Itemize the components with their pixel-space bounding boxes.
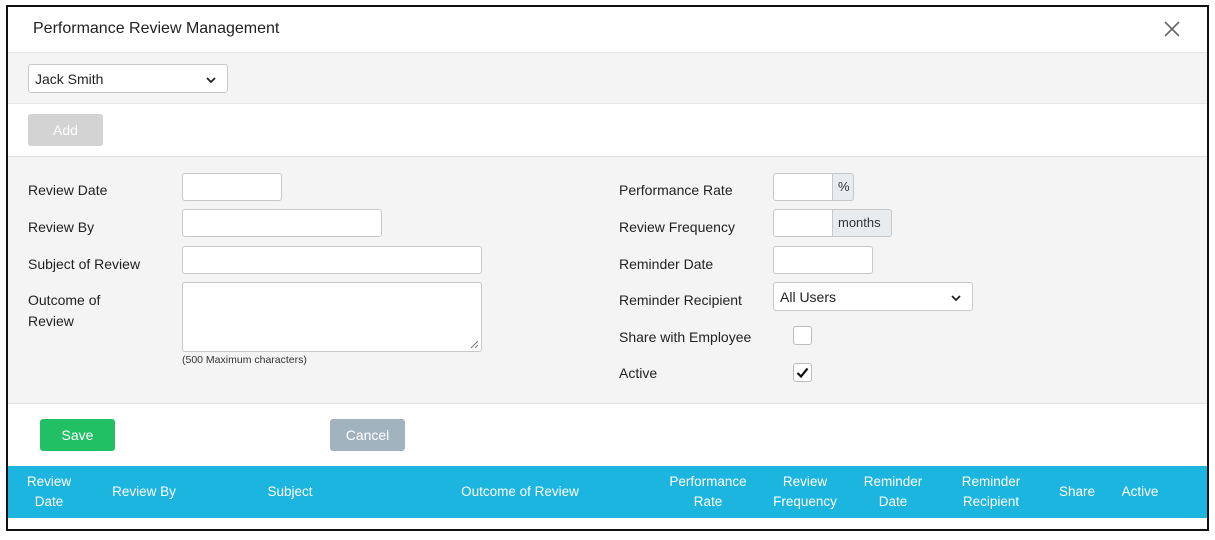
percent-addon: % [833, 173, 854, 201]
add-bar: Add [8, 104, 1207, 157]
outcome-hint: (500 Maximum characters) [182, 354, 307, 366]
reminder-recipient-value: All Users [780, 289, 837, 305]
employee-select[interactable]: Jack Smith [28, 64, 228, 93]
review-date-input[interactable] [182, 173, 282, 201]
save-button[interactable]: Save [40, 419, 115, 451]
dialog-header: Performance Review Management [8, 7, 1207, 53]
column-header-active[interactable]: Active [1112, 466, 1168, 518]
reviews-table-header: Review Date Review By Subject Outcome of … [8, 466, 1207, 518]
outcome-textarea[interactable] [182, 282, 482, 352]
reminder-recipient-select[interactable]: All Users [773, 282, 973, 311]
close-icon [1164, 21, 1180, 37]
share-label: Share with Employee [619, 329, 752, 345]
review-frequency-input[interactable] [773, 209, 833, 237]
review-date-label: Review Date [28, 182, 108, 198]
dialog-title: Performance Review Management [33, 20, 280, 37]
review-by-label: Review By [28, 219, 95, 235]
reminder-date-label: Reminder Date [619, 256, 714, 272]
review-form: Review Date Review By Subject of Review … [8, 157, 1207, 404]
form-actions: Save Cancel [8, 404, 1207, 465]
reminder-date-input[interactable] [773, 246, 873, 274]
column-header-review-frequency[interactable]: Review Frequency [765, 466, 845, 518]
column-header-reminder-recipient[interactable]: Reminder Recipient [951, 466, 1031, 518]
close-button[interactable] [1159, 16, 1185, 42]
chevron-down-icon [206, 77, 216, 84]
column-header-reminder-date[interactable]: Reminder Date [853, 466, 933, 518]
reminder-recipient-label: Reminder Recipient [619, 292, 742, 308]
performance-review-dialog: Performance Review Management Jack Smith… [6, 5, 1209, 531]
active-checkbox[interactable] [793, 363, 812, 382]
column-header-performance-rate[interactable]: Performance Rate [658, 466, 758, 518]
months-addon: months [833, 209, 892, 237]
chevron-down-icon [951, 295, 961, 302]
column-header-review-date[interactable]: Review Date [12, 466, 86, 518]
share-checkbox[interactable] [793, 326, 812, 345]
cancel-button[interactable]: Cancel [330, 419, 405, 451]
column-header-review-by[interactable]: Review By [98, 466, 190, 518]
resize-grip-icon[interactable] [469, 339, 479, 349]
column-header-subject[interactable]: Subject [240, 466, 340, 518]
outcome-label-line2: Review [28, 313, 74, 329]
subject-label: Subject of Review [28, 256, 141, 272]
review-frequency-label: Review Frequency [619, 219, 735, 235]
table-body-area [8, 518, 1207, 529]
subject-input[interactable] [182, 246, 482, 274]
add-button[interactable]: Add [28, 114, 103, 146]
review-by-input[interactable] [182, 209, 382, 237]
checkmark-icon [796, 367, 809, 379]
employee-bar: Jack Smith [8, 53, 1207, 104]
active-label: Active [619, 365, 658, 381]
outcome-label-line1: Outcome of [28, 292, 101, 308]
column-header-share[interactable]: Share [1050, 466, 1104, 518]
employee-select-value: Jack Smith [35, 71, 104, 87]
performance-rate-input[interactable] [773, 173, 833, 201]
performance-rate-label: Performance Rate [619, 182, 733, 198]
column-header-outcome[interactable]: Outcome of Review [440, 466, 600, 518]
